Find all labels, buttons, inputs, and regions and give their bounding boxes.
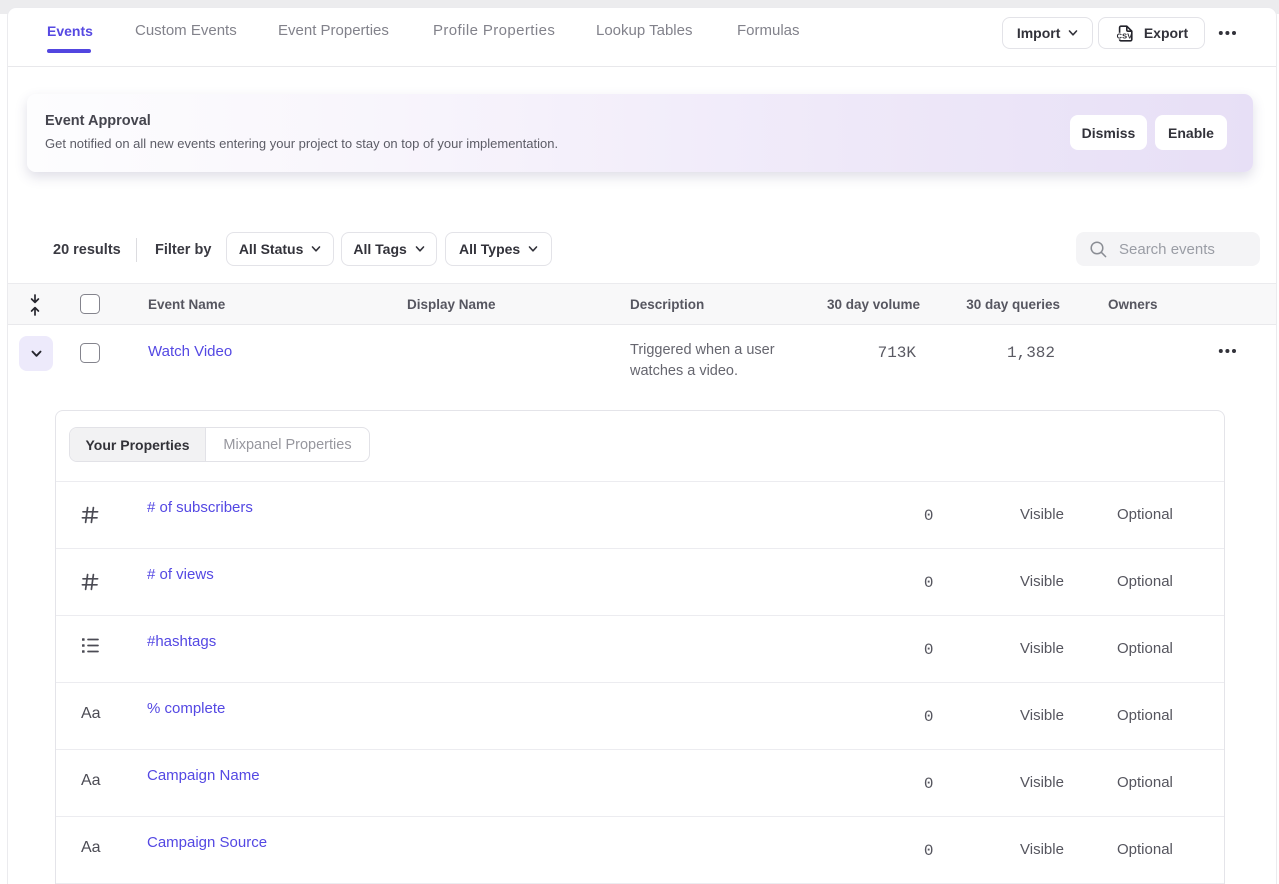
svg-text:CSV: CSV	[1116, 31, 1132, 40]
